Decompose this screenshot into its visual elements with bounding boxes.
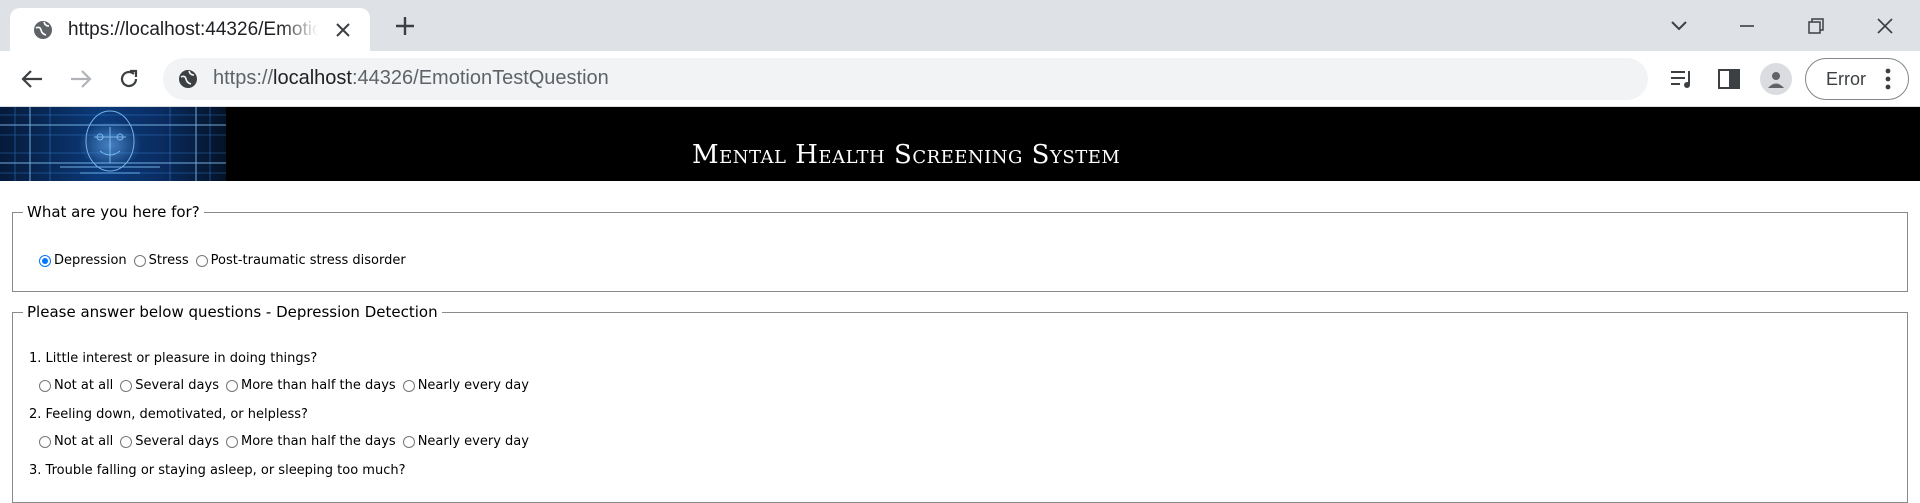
q1-option-more-than-half[interactable]: More than half the days [223, 378, 396, 393]
radio[interactable] [402, 435, 415, 448]
radio[interactable] [39, 435, 51, 448]
radio[interactable] [39, 379, 51, 392]
option-label: More than half the days [240, 434, 396, 449]
reload-icon[interactable] [113, 63, 145, 95]
option-label: Not at all [54, 434, 114, 449]
purpose-option-ptsd[interactable]: Post-traumatic stress disorder [193, 253, 406, 268]
radio[interactable] [225, 435, 238, 448]
q2-option-not-at-all[interactable]: Not at all [36, 434, 113, 449]
media-queue-icon[interactable] [1666, 63, 1698, 95]
radio[interactable] [402, 379, 415, 392]
tab-search-chevron-icon[interactable] [1663, 10, 1695, 42]
tab-title: https://localhost:44326/EmotionTestQuest… [68, 18, 318, 40]
radio-depression[interactable] [39, 254, 51, 267]
question-2: 2. Feeling down, demotivated, or helples… [29, 407, 308, 422]
radio-ptsd[interactable] [195, 254, 208, 267]
q1-option-nearly-every-day[interactable]: Nearly every day [400, 378, 529, 393]
option-label: Nearly every day [417, 378, 529, 393]
browser-tab[interactable]: https://localhost:44326/EmotionTestQuest… [10, 8, 370, 51]
option-label: Depression [54, 253, 127, 268]
restore-icon[interactable] [1800, 10, 1832, 42]
side-panel-icon[interactable] [1713, 63, 1745, 95]
globe-icon [32, 19, 54, 41]
profile-avatar-icon[interactable] [1760, 63, 1792, 95]
close-window-icon[interactable] [1869, 10, 1901, 42]
browser-toolbar: https://localhost:44326/EmotionTestQuest… [0, 51, 1920, 107]
radio[interactable] [120, 379, 133, 392]
address-bar[interactable]: https://localhost:44326/EmotionTestQuest… [163, 58, 1648, 100]
profile-error-label: Error [1826, 68, 1866, 89]
q2-option-several-days[interactable]: Several days [117, 434, 219, 449]
profile-error-button[interactable]: Error [1805, 58, 1909, 100]
close-tab-icon[interactable] [332, 19, 354, 41]
option-label: Nearly every day [417, 434, 529, 449]
more-menu-icon[interactable] [1876, 67, 1900, 91]
radio-stress[interactable] [133, 254, 146, 267]
site-banner: Mental Health Screening System [0, 107, 1920, 181]
purpose-legend: What are you here for? [27, 203, 200, 221]
q2-option-nearly-every-day[interactable]: Nearly every day [400, 434, 529, 449]
option-label: More than half the days [240, 378, 396, 393]
option-label: Post-traumatic stress disorder [210, 253, 406, 268]
question-3: 3. Trouble falling or staying asleep, or… [29, 463, 406, 478]
questionnaire-legend: Please answer below questions - Depressi… [27, 303, 438, 321]
option-label: Several days [135, 434, 219, 449]
option-label: Not at all [54, 378, 114, 393]
site-info-globe-icon[interactable] [177, 68, 199, 90]
radio[interactable] [225, 379, 238, 392]
new-tab-icon[interactable] [392, 13, 418, 39]
site-title: Mental Health Screening System [692, 140, 1121, 170]
radio[interactable] [120, 435, 133, 448]
minimize-icon[interactable] [1731, 10, 1763, 42]
option-label: Stress [148, 253, 189, 268]
q2-option-more-than-half[interactable]: More than half the days [223, 434, 396, 449]
option-label: Several days [135, 378, 219, 393]
question-2-options: Not at all Several days More than half t… [36, 434, 533, 449]
purpose-option-depression[interactable]: Depression [36, 253, 127, 268]
purpose-options: Depression Stress Post-traumatic stress … [36, 253, 410, 268]
purpose-option-stress[interactable]: Stress [131, 253, 189, 268]
question-1-options: Not at all Several days More than half t… [36, 378, 533, 393]
browser-tab-strip: https://localhost:44326/EmotionTestQuest… [0, 0, 1920, 51]
question-1: 1. Little interest or pleasure in doing … [29, 351, 318, 366]
purpose-fieldset: What are you here for? [12, 203, 1908, 292]
forward-arrow-icon[interactable] [65, 63, 97, 95]
q1-option-several-days[interactable]: Several days [117, 378, 219, 393]
face-scan-logo [0, 107, 226, 181]
q1-option-not-at-all[interactable]: Not at all [36, 378, 113, 393]
url-host: localhost [273, 67, 352, 89]
url-path: :44326/EmotionTestQuestion [351, 67, 609, 89]
url-text: https://localhost:44326/EmotionTestQuest… [213, 67, 609, 90]
back-arrow-icon[interactable] [16, 63, 48, 95]
url-scheme: https:// [213, 67, 274, 89]
